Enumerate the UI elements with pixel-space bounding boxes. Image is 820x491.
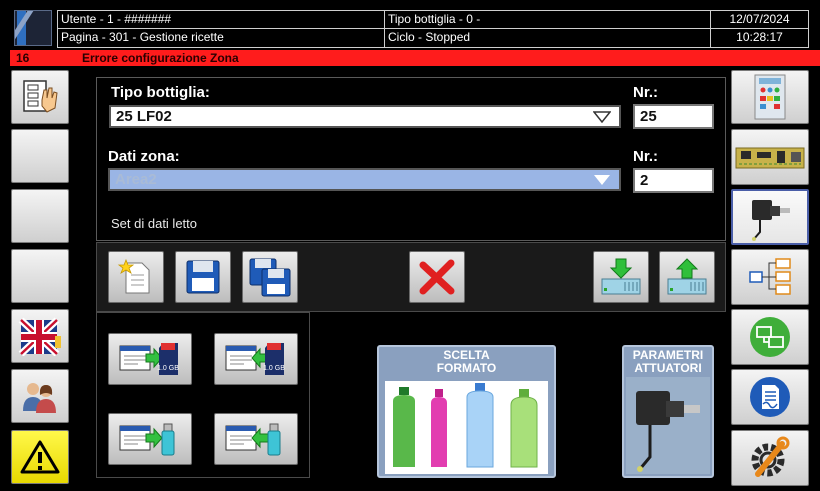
save-as-button[interactable] (242, 251, 298, 303)
import-from-sd-button[interactable]: 1.0 GB (214, 333, 298, 385)
new-recipe-button[interactable] (108, 251, 164, 303)
document-icon (750, 377, 790, 417)
alarms-button[interactable] (11, 430, 69, 484)
floppy-save-as-icon (249, 258, 291, 297)
documents-button[interactable] (731, 369, 809, 425)
header-user: Utente - 1 - ####### (58, 11, 385, 29)
zone-data-value: Area2 (115, 171, 157, 188)
header-date: 12/07/2024 (711, 11, 808, 29)
upload-recipe-button[interactable] (659, 251, 715, 303)
actuators-button[interactable] (731, 189, 809, 245)
export-usb-icon (119, 423, 175, 456)
zone-nr-label: Nr.: (633, 148, 659, 165)
recipe-panel: Tipo bottiglia: 25 LF02 Nr.: 25 Dati zon… (96, 77, 726, 241)
language-button[interactable] (11, 309, 69, 363)
network-monitors-icon (750, 317, 790, 357)
actuator-image (626, 377, 710, 474)
app-logo (14, 10, 52, 46)
zone-nr-input[interactable]: 2 (633, 168, 714, 193)
zone-data-dropdown[interactable]: Area2 (108, 168, 621, 191)
header-time: 10:28:17 (736, 30, 783, 44)
users-icon (23, 383, 56, 413)
save-button[interactable] (175, 251, 231, 303)
format-selection-button[interactable]: SCELTA FORMATO (377, 345, 556, 478)
control-panel-button[interactable] (731, 70, 809, 124)
bottles-image (385, 381, 548, 474)
recipe-hand-icon (23, 80, 58, 113)
import-sd-card-icon: 1.0 GB (225, 343, 285, 375)
network-tree-button[interactable] (731, 249, 809, 305)
delete-button[interactable] (409, 251, 465, 303)
status-message: Set di dati letto (111, 216, 197, 231)
alarm-message: Errore configurazione Zona (82, 51, 239, 65)
uk-flag-icon (18, 317, 61, 356)
bottle-type-dropdown[interactable]: 25 LF02 (109, 105, 621, 128)
sidebar-empty-button-3[interactable] (11, 249, 69, 303)
download-recipe-button[interactable] (593, 251, 649, 303)
chevron-down-icon (594, 175, 610, 185)
format-selection-title: SCELTA FORMATO (436, 348, 497, 375)
control-panel-icon (754, 74, 786, 120)
import-usb-icon (225, 423, 281, 456)
warning-icon (20, 440, 60, 474)
sd-size-label: 1.0 GB (263, 365, 285, 372)
header-info-table: Utente - 1 - ####### Tipo bottiglia - 0 … (57, 10, 809, 48)
actuator-icon (752, 200, 790, 241)
actuator-params-button[interactable]: PARAMETRI ATTUATORI (622, 345, 714, 478)
sidebar-empty-button-1[interactable] (11, 129, 69, 183)
delete-x-icon (419, 259, 455, 295)
export-import-panel: 1.0 GB 1.0 GB (96, 312, 310, 478)
export-sd-card-icon: 1.0 GB (119, 343, 179, 375)
export-to-sd-button[interactable]: 1.0 GB (108, 333, 192, 385)
new-document-icon (117, 258, 150, 294)
header-bottle-type: Tipo bottiglia - 0 - (385, 11, 711, 29)
zone-data-label: Dati zona: (108, 148, 180, 165)
sidebar-empty-button-2[interactable] (11, 189, 69, 243)
settings-button[interactable] (731, 430, 809, 486)
recipe-management-button[interactable] (11, 70, 69, 124)
import-from-usb-button[interactable] (214, 413, 298, 465)
users-button[interactable] (11, 369, 69, 423)
circuit-board-icon (735, 147, 805, 169)
sd-size-label: 1.0 GB (157, 365, 179, 372)
export-to-usb-button[interactable] (108, 413, 192, 465)
network-tree-icon (749, 258, 791, 295)
alarm-bar[interactable]: 16 Errore configurazione Zona (10, 50, 820, 66)
bottle-type-value: 25 LF02 (116, 108, 172, 125)
header-cycle: Ciclo - Stopped (385, 29, 711, 47)
chevron-down-icon (593, 111, 611, 123)
alarm-number: 16 (16, 51, 30, 65)
floppy-save-icon (186, 260, 220, 294)
upload-from-plc-icon (667, 258, 707, 295)
actuator-params-title: PARAMETRI ATTUATORI (632, 348, 704, 375)
recipe-toolbar (96, 242, 726, 312)
settings-wrench-icon (751, 436, 790, 477)
download-to-plc-icon (601, 258, 641, 295)
io-board-button[interactable] (731, 129, 809, 185)
bottle-type-label: Tipo bottiglia: (111, 84, 210, 101)
bottle-nr-label: Nr.: (633, 84, 659, 101)
header-page: Pagina - 301 - Gestione ricette (58, 29, 385, 47)
network-status-button[interactable] (731, 309, 809, 365)
bottle-nr-input[interactable]: 25 (633, 104, 714, 129)
